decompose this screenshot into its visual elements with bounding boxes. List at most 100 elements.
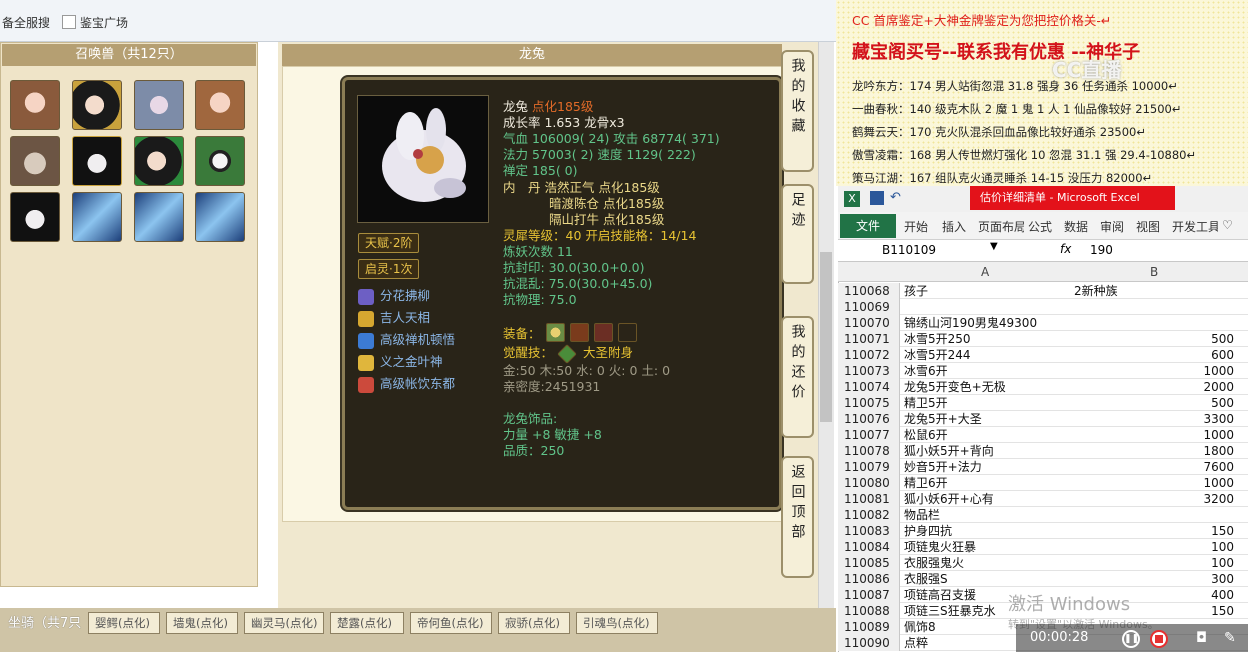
footprint-button[interactable]: 足迹 bbox=[781, 184, 814, 284]
table-row[interactable]: 110084 项链鬼火狂暴 100 bbox=[838, 539, 1248, 555]
cell-b[interactable]: 300 bbox=[1072, 571, 1238, 587]
row-number[interactable]: 110069 bbox=[838, 299, 900, 315]
equip-slot-4[interactable] bbox=[618, 323, 637, 342]
summon-avatar-5[interactable] bbox=[10, 136, 60, 186]
table-row[interactable]: 110086 衣服强S 300 bbox=[838, 571, 1248, 587]
cell-b[interactable]: 100 bbox=[1072, 555, 1238, 571]
cell-a[interactable]: 锦绣山河190男鬼49300 bbox=[902, 315, 1070, 331]
table-row[interactable]: 110082 物品栏 bbox=[838, 507, 1248, 523]
pause-icon[interactable]: ❚❚ bbox=[1122, 630, 1140, 648]
skill-5[interactable]: 高级帐饮东都 bbox=[358, 374, 455, 394]
row-number[interactable]: 110089 bbox=[838, 619, 900, 635]
table-row[interactable]: 110080 精卫6开 1000 bbox=[838, 475, 1248, 491]
row-number[interactable]: 110088 bbox=[838, 603, 900, 619]
cell-b[interactable]: 500 bbox=[1072, 395, 1238, 411]
row-number[interactable]: 110079 bbox=[838, 459, 900, 475]
equip-slot-2[interactable] bbox=[570, 323, 589, 342]
row-number[interactable]: 110082 bbox=[838, 507, 900, 523]
row-number[interactable]: 110076 bbox=[838, 411, 900, 427]
skill-2[interactable]: 吉人天相 bbox=[358, 308, 430, 328]
cell-b[interactable]: 100 bbox=[1072, 539, 1238, 555]
cell-b[interactable]: 500 bbox=[1072, 331, 1238, 347]
ribbon-tab-page-layout[interactable]: 页面布局 bbox=[978, 218, 1024, 235]
table-row[interactable]: 110074 龙兔5开变色+无极 2000 bbox=[838, 379, 1248, 395]
table-row[interactable]: 110076 龙兔5开+大圣 3300 bbox=[838, 411, 1248, 427]
back-to-top-button[interactable]: 返回顶部 bbox=[781, 456, 814, 578]
cell-a[interactable]: 物品栏 bbox=[902, 507, 1070, 523]
row-number[interactable]: 110074 bbox=[838, 379, 900, 395]
cell-b[interactable]: 3200 bbox=[1072, 491, 1238, 507]
row-number[interactable]: 110068 bbox=[838, 283, 900, 299]
equip-slot-1[interactable] bbox=[546, 323, 565, 342]
table-row[interactable]: 110085 衣服强鬼火 100 bbox=[838, 555, 1248, 571]
cell-a[interactable]: 护身四抗 bbox=[902, 523, 1070, 539]
talent-badge[interactable]: 天赋·2阶 bbox=[358, 233, 420, 253]
ribbon-tab-formulas[interactable]: 公式 bbox=[1028, 218, 1052, 235]
summon-avatar-2[interactable] bbox=[72, 80, 122, 130]
cell-a[interactable]: 妙音5开+法力 bbox=[902, 459, 1070, 475]
summon-avatar-4[interactable] bbox=[195, 80, 245, 130]
formula-input[interactable]: 190 bbox=[1090, 243, 1113, 257]
cell-b[interactable]: 7600 bbox=[1072, 459, 1238, 475]
table-row[interactable]: 110073 冰雪6开 1000 bbox=[838, 363, 1248, 379]
mount-tab-2[interactable]: 墙鬼(点化) bbox=[166, 612, 238, 634]
row-number[interactable]: 110073 bbox=[838, 363, 900, 379]
cell-a[interactable]: 精卫6开 bbox=[902, 475, 1070, 491]
row-number[interactable]: 110080 bbox=[838, 475, 900, 491]
mount-tab-3[interactable]: 幽灵马(点化) bbox=[244, 612, 324, 634]
row-number[interactable]: 110086 bbox=[838, 571, 900, 587]
skill-4[interactable]: 义之金叶神 bbox=[358, 352, 443, 372]
summon-avatar-1[interactable] bbox=[10, 80, 60, 130]
skill-3[interactable]: 高级禅机顿悟 bbox=[358, 330, 455, 350]
table-row[interactable]: 110068 孩子 2新种族 bbox=[838, 283, 1248, 299]
my-counteroffer-button[interactable]: 我的还价 bbox=[781, 316, 814, 438]
cell-a[interactable]: 松鼠6开 bbox=[902, 427, 1070, 443]
table-row[interactable]: 110083 护身四抗 150 bbox=[838, 523, 1248, 539]
ribbon-tab-file[interactable]: 文件 bbox=[840, 214, 896, 238]
mount-tab-1[interactable]: 婴鳄(点化) bbox=[88, 612, 160, 634]
row-number[interactable]: 110090 bbox=[838, 635, 900, 651]
ribbon-tab-home[interactable]: 开始 bbox=[904, 218, 928, 235]
cell-b[interactable]: 1800 bbox=[1072, 443, 1238, 459]
ribbon-tab-developer[interactable]: 开发工具 bbox=[1172, 218, 1218, 235]
col-header-a[interactable]: A bbox=[981, 265, 989, 279]
table-row[interactable]: 110081 狐小妖6开+心有 3200 bbox=[838, 491, 1248, 507]
cell-a[interactable]: 衣服强鬼火 bbox=[902, 555, 1070, 571]
cell-b[interactable]: 2新种族 bbox=[1072, 283, 1238, 299]
row-number[interactable]: 110081 bbox=[838, 491, 900, 507]
table-row[interactable]: 110070 锦绣山河190男鬼49300 bbox=[838, 315, 1248, 331]
row-number[interactable]: 110084 bbox=[838, 539, 900, 555]
drawing-pen-icon[interactable]: ✎ bbox=[1224, 630, 1236, 646]
ribbon-tab-insert[interactable]: 插入 bbox=[942, 218, 966, 235]
cell-a[interactable]: 冰雪5开250 bbox=[902, 331, 1070, 347]
stop-record-icon[interactable] bbox=[1150, 630, 1168, 648]
cell-a[interactable]: 龙兔5开变色+无极 bbox=[902, 379, 1070, 395]
ribbon-help-icon[interactable]: ♡ bbox=[1222, 218, 1233, 232]
cell-a[interactable]: 项链鬼火狂暴 bbox=[902, 539, 1070, 555]
row-number[interactable]: 110087 bbox=[838, 587, 900, 603]
cell-a[interactable]: 龙兔5开+大圣 bbox=[902, 411, 1070, 427]
scrollbar-thumb[interactable] bbox=[820, 252, 832, 422]
table-row[interactable]: 110069 bbox=[838, 299, 1248, 315]
row-number[interactable]: 110072 bbox=[838, 347, 900, 363]
mount-tab-6[interactable]: 寂骄(点化) bbox=[498, 612, 570, 634]
row-number[interactable]: 110083 bbox=[838, 523, 900, 539]
summon-avatar-6[interactable] bbox=[72, 136, 122, 186]
col-header-b[interactable]: B bbox=[1150, 265, 1158, 279]
cell-b[interactable]: 3300 bbox=[1072, 411, 1238, 427]
row-number[interactable]: 110077 bbox=[838, 427, 900, 443]
row-number[interactable]: 110071 bbox=[838, 331, 900, 347]
awaken-skill[interactable]: 大圣附身 bbox=[583, 345, 633, 361]
summon-avatar-10[interactable] bbox=[72, 192, 122, 242]
table-row[interactable]: 110078 狐小妖5开+背向 1800 bbox=[838, 443, 1248, 459]
mount-tab-4[interactable]: 楚露(点化) bbox=[330, 612, 404, 634]
summon-avatar-12[interactable] bbox=[195, 192, 245, 242]
name-box-dropdown-icon[interactable]: ▼ bbox=[990, 241, 998, 252]
mount-tab-7[interactable]: 引魂鸟(点化) bbox=[576, 612, 658, 634]
cell-a[interactable]: 衣服强S bbox=[902, 571, 1070, 587]
cell-b[interactable]: 1000 bbox=[1072, 475, 1238, 491]
cell-a[interactable]: 冰雪5开244 bbox=[902, 347, 1070, 363]
table-row[interactable]: 110075 精卫5开 500 bbox=[838, 395, 1248, 411]
cell-a[interactable]: 狐小妖5开+背向 bbox=[902, 443, 1070, 459]
cell-a[interactable]: 精卫5开 bbox=[902, 395, 1070, 411]
